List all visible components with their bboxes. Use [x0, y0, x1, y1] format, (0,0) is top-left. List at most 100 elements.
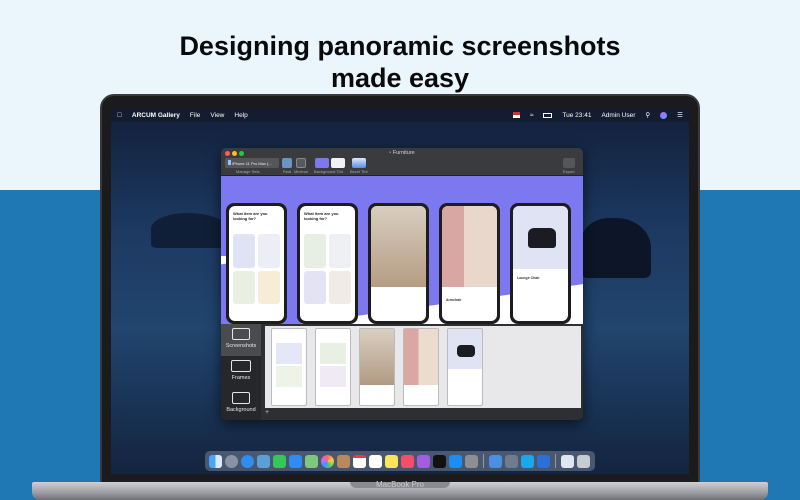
phone-headline: What item are you looking for? — [304, 211, 339, 221]
battery-icon[interactable] — [543, 112, 553, 118]
dock — [205, 451, 595, 471]
real-button[interactable] — [282, 158, 292, 168]
music-icon[interactable] — [401, 454, 414, 468]
facetime-icon[interactable] — [289, 454, 302, 468]
headline-line-2: made easy — [330, 63, 470, 93]
screenshot-thumbnails — [265, 326, 581, 408]
desktop-screen:  ARCUM Gallery File View Help ≈ Tue 23:… — [111, 108, 689, 474]
wallpaper-rock — [581, 218, 651, 278]
real-label: Real — [283, 169, 292, 174]
phone-screen-2: What item are you looking for? — [300, 206, 355, 321]
sidebar-item-label: Frames — [231, 375, 251, 381]
device-select-value: iPhone 11 Pro Max (... — [232, 161, 272, 166]
product-grid — [233, 234, 280, 304]
menubar-app-name[interactable]: ARCUM Gallery — [132, 112, 180, 119]
sidebar-item-frames[interactable]: Frames — [221, 356, 261, 388]
menubar-clock[interactable]: Tue 23:41 — [562, 112, 591, 119]
product-tile — [329, 270, 351, 304]
background-tint-swatch[interactable] — [315, 158, 329, 168]
screenshot-thumbnail[interactable] — [271, 328, 307, 406]
finder-icon[interactable] — [209, 454, 222, 468]
product-tile — [258, 270, 280, 304]
dock-separator — [483, 454, 484, 468]
phone-frame-3[interactable] — [368, 203, 429, 324]
chair-icon — [528, 228, 556, 248]
phone-screen-1: What item are you looking for? — [229, 206, 284, 321]
search-icon[interactable]: ⚲ — [645, 111, 650, 119]
phone-headline: What item are you looking for? — [233, 211, 268, 221]
product-tile — [304, 234, 326, 268]
apple-icon[interactable]:  — [117, 112, 122, 119]
room-photo — [442, 206, 497, 287]
siri-icon[interactable] — [660, 111, 668, 119]
screenshot-icon[interactable] — [505, 454, 518, 468]
screenshot-thumbnail[interactable] — [403, 328, 439, 406]
manage-sets-label[interactable]: Manage Sets — [236, 169, 260, 174]
messages-icon[interactable] — [273, 454, 286, 468]
bezel-tint-label: Bezel Tint — [350, 169, 368, 174]
safari-icon[interactable] — [241, 454, 254, 468]
bezel-tint-swatch[interactable] — [352, 158, 366, 168]
podcasts-icon[interactable] — [417, 454, 430, 468]
appstore-icon[interactable] — [449, 454, 462, 468]
menu-view[interactable]: View — [210, 112, 224, 119]
sidebar-item-screenshots[interactable]: Screenshots — [221, 324, 261, 356]
phone-frame-5[interactable]: Lounge Chair — [510, 203, 571, 324]
photos-icon[interactable] — [257, 454, 270, 468]
app-window: ▫ Furniture iPhone 11 Pro Max (... Manag… — [221, 148, 583, 420]
screenshot-thumbnail[interactable] — [447, 328, 483, 406]
panel-footer: + — [265, 409, 581, 419]
background-tint-label: Background Tint — [314, 169, 343, 174]
phone-frame-1[interactable]: What item are you looking for? — [226, 203, 287, 324]
flag-icon[interactable] — [512, 112, 520, 118]
notes-icon[interactable] — [369, 454, 382, 468]
add-icon[interactable]: + — [265, 409, 269, 416]
headline-line-1: Designing panoramic screenshots — [179, 31, 621, 61]
reminders-icon[interactable] — [385, 454, 398, 468]
wifi-icon[interactable]: ≈ — [530, 112, 534, 119]
calendar-icon[interactable] — [353, 454, 366, 468]
panorama-canvas[interactable]: What item are you looking for? What item… — [221, 176, 583, 324]
contacts-icon[interactable] — [337, 454, 350, 468]
screenshot-thumbnail[interactable] — [315, 328, 351, 406]
sidebar-item-label: Background — [226, 407, 256, 413]
window-title-text: Furniture — [392, 150, 415, 156]
minimal-label: Minimal — [294, 169, 308, 174]
list-icon[interactable]: ☰ — [677, 111, 683, 119]
product-tile — [258, 234, 280, 268]
phone-screen-5: Lounge Chair — [513, 206, 568, 321]
trash-icon[interactable] — [577, 454, 590, 468]
maps-icon[interactable] — [305, 454, 318, 468]
phone-frame-2[interactable]: What item are you looking for? — [297, 203, 358, 324]
skype-icon[interactable] — [521, 454, 534, 468]
device-select[interactable]: iPhone 11 Pro Max (... — [225, 158, 279, 168]
headline: Designing panoramic screenshots made eas… — [0, 30, 800, 94]
dock-separator — [555, 454, 556, 468]
background-tint-swatch-white[interactable] — [331, 158, 345, 168]
phone-screen-4: Armchair — [442, 206, 497, 321]
product-tile — [329, 234, 351, 268]
phone-icon — [228, 160, 231, 165]
phone-frame-4[interactable]: Armchair — [439, 203, 500, 324]
menu-file[interactable]: File — [190, 112, 200, 119]
export-button[interactable] — [563, 158, 575, 168]
sidebar-app-icon[interactable] — [537, 454, 550, 468]
phone-screen-3 — [371, 206, 426, 321]
photos2-icon[interactable] — [321, 454, 334, 468]
bottom-panel: Screenshots Frames Background + — [221, 324, 583, 420]
menu-help[interactable]: Help — [234, 112, 247, 119]
folder-icon: ▫ — [389, 150, 392, 156]
minimal-button[interactable] — [296, 158, 306, 168]
product-caption: Armchair — [446, 298, 462, 302]
settings-icon[interactable] — [465, 454, 478, 468]
panel-sidebar: Screenshots Frames Background — [221, 324, 261, 420]
product-tile — [233, 234, 255, 268]
document-icon[interactable] — [561, 454, 574, 468]
export-label: Export — [563, 169, 575, 174]
launchpad-icon[interactable] — [225, 454, 238, 468]
tv-icon[interactable] — [433, 454, 446, 468]
screenshot-thumbnail[interactable] — [359, 328, 395, 406]
sidebar-item-background[interactable]: Background — [221, 388, 261, 420]
arcum-icon[interactable] — [489, 454, 502, 468]
menubar-user[interactable]: Admin User — [601, 112, 635, 119]
